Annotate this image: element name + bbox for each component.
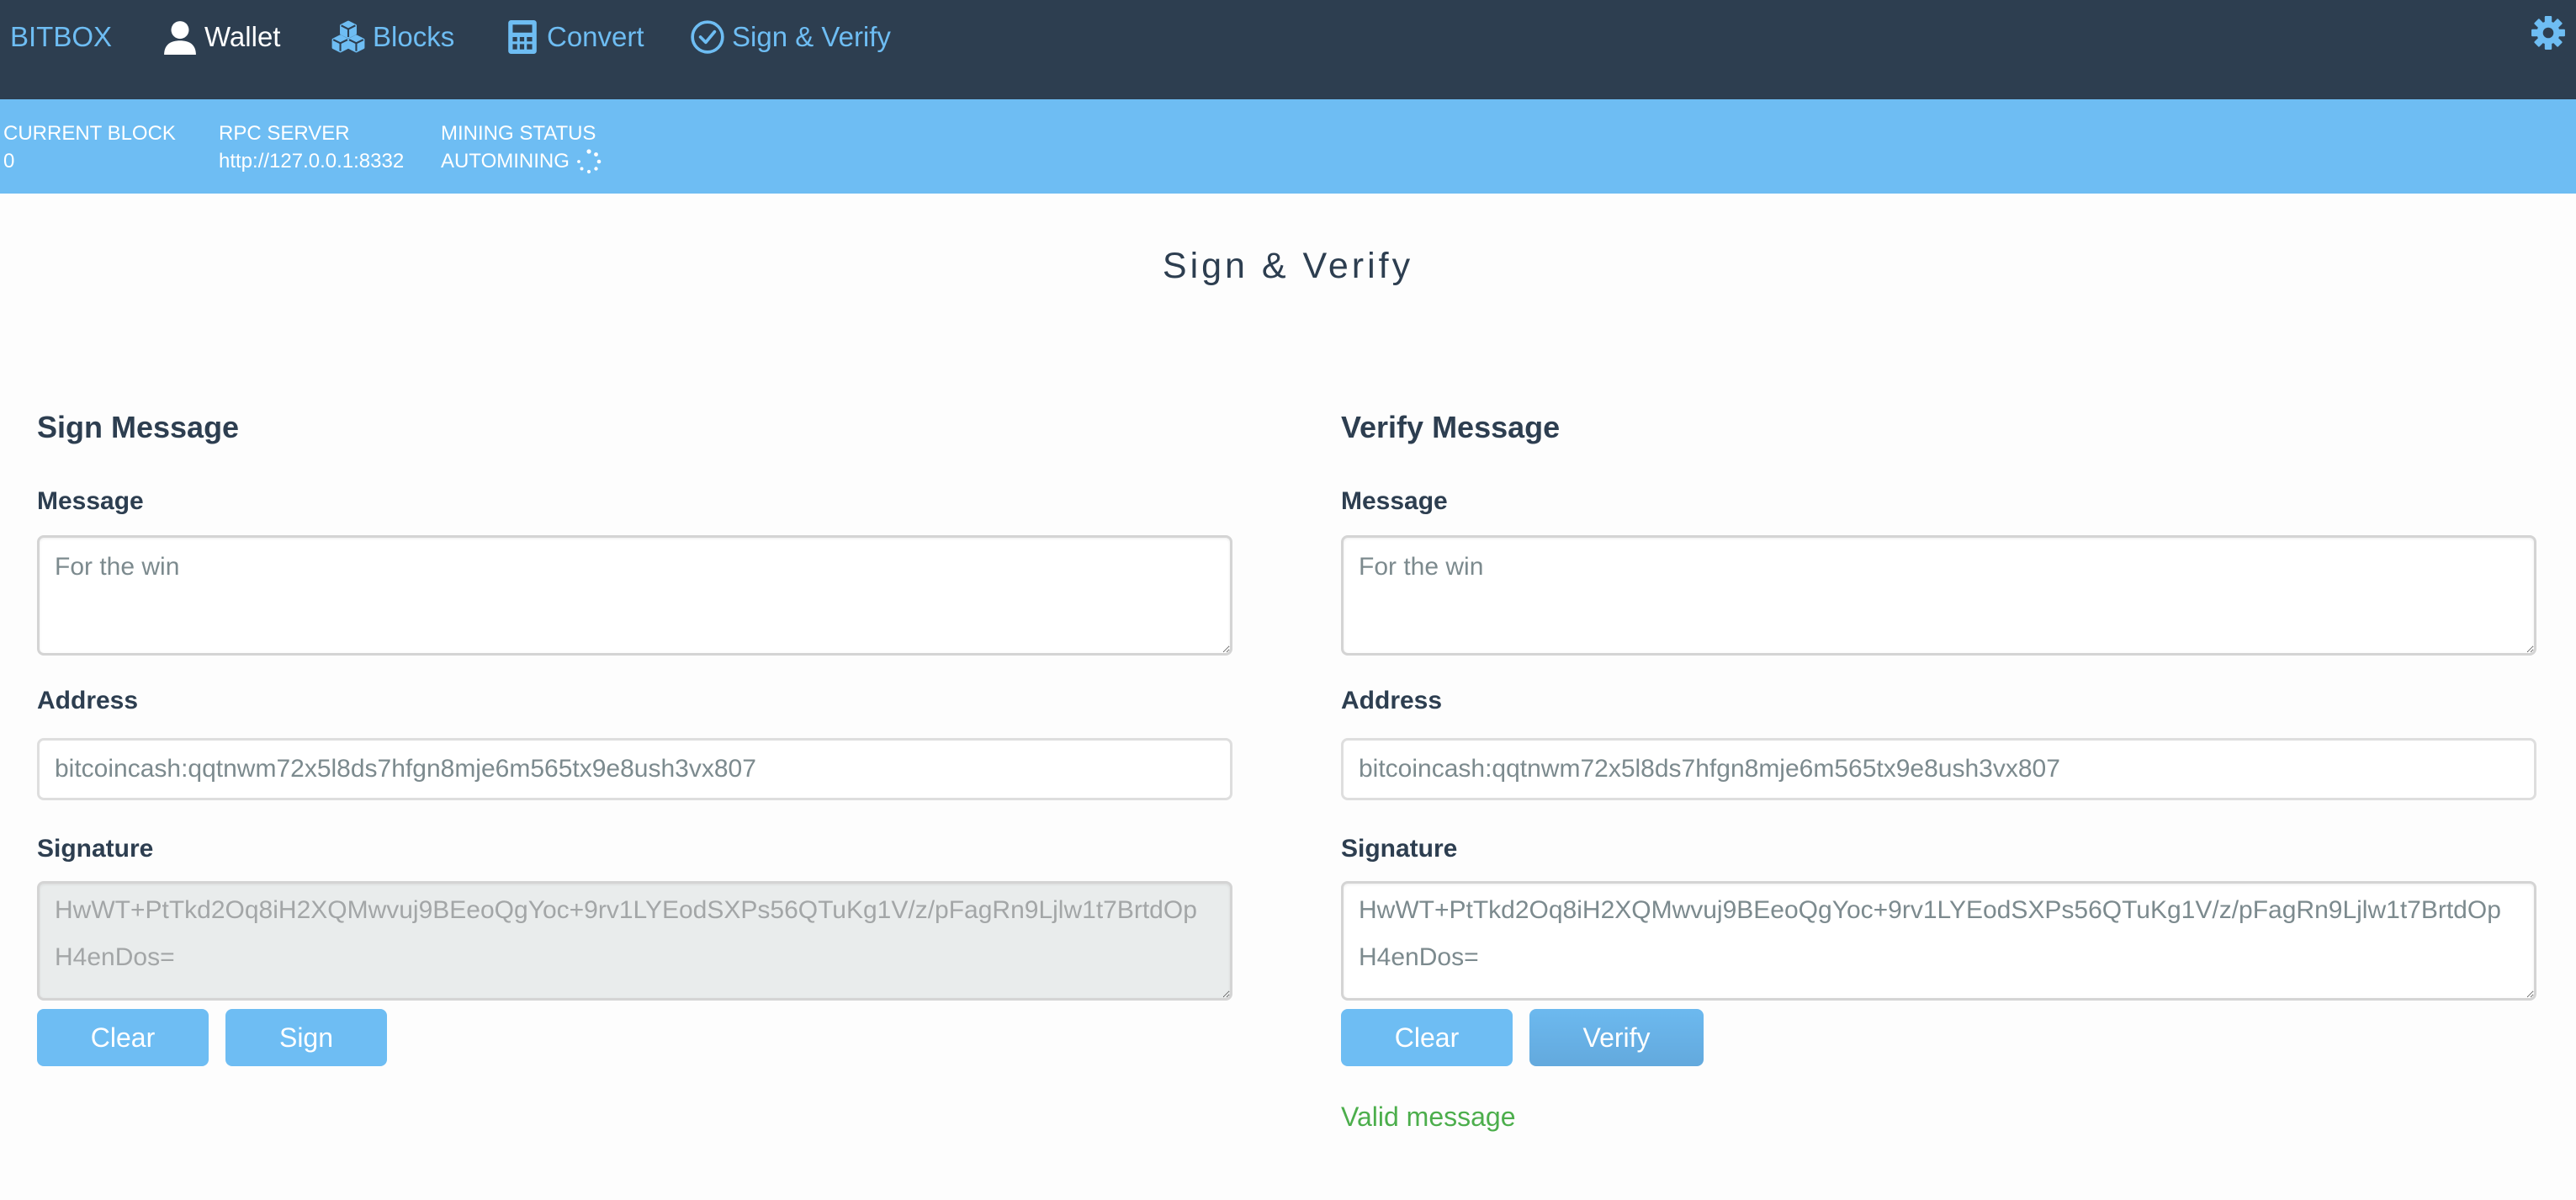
sign-clear-button[interactable]: Clear	[37, 1009, 209, 1066]
verify-address-label: Address	[1341, 687, 1443, 714]
status-bar: CURRENT BLOCK 0 RPC SERVER http://127.0.…	[0, 99, 2576, 194]
calculator-icon	[505, 19, 540, 55]
current-block-value: 0	[3, 150, 15, 173]
sign-message-heading: Sign Message	[37, 410, 240, 444]
nav-item-label: Convert	[547, 21, 644, 52]
nav-item-wallet[interactable]: Wallet	[162, 17, 280, 57]
verify-result-message: Valid message	[1341, 1102, 1516, 1132]
sign-address-input[interactable]	[37, 738, 1232, 800]
brand-link[interactable]: BITBOX	[10, 17, 112, 57]
spinner-icon	[576, 148, 602, 174]
verify-message-panel: Verify Message Message For the win Addre…	[1341, 404, 2536, 1133]
mining-status-stat: MINING STATUS AUTOMINING	[441, 119, 602, 175]
rpc-server-label: RPC SERVER	[219, 122, 350, 145]
sign-address-label: Address	[37, 687, 139, 714]
nav-item-label: Blocks	[373, 21, 455, 52]
mining-status-label: MINING STATUS	[441, 122, 596, 145]
user-icon	[162, 19, 198, 55]
gear-icon[interactable]	[2531, 15, 2566, 50]
verify-address-input[interactable]	[1341, 738, 2536, 800]
verify-message-input[interactable]: For the win	[1341, 535, 2536, 656]
verify-message-heading: Verify Message	[1341, 410, 1561, 444]
verify-button-row: Clear Verify	[1341, 1009, 2536, 1066]
verify-message-label: Message	[1341, 487, 1448, 515]
rpc-server-value: http://127.0.0.1:8332	[219, 150, 405, 173]
current-block-label: CURRENT BLOCK	[3, 122, 176, 145]
verify-signature-input[interactable]: HwWT+PtTkd2Oq8iH2XQMwvuj9BEeoQgYoc+9rv1L…	[1341, 881, 2536, 1001]
nav-item-blocks[interactable]: Blocks	[331, 17, 454, 57]
page-title: Sign & Verify	[1162, 246, 1414, 286]
cubes-icon	[331, 19, 366, 55]
check-circle-icon	[690, 19, 725, 55]
sign-message-input[interactable]: For the win	[37, 535, 1232, 656]
nav-item-label: Wallet	[204, 21, 281, 52]
verify-button[interactable]: Verify	[1529, 1009, 1704, 1066]
sign-button[interactable]: Sign	[225, 1009, 387, 1066]
sign-signature-label: Signature	[37, 835, 154, 863]
sign-button-row: Clear Sign	[37, 1009, 1232, 1066]
current-block-stat: CURRENT BLOCK 0	[3, 119, 176, 175]
nav-item-sign-verify[interactable]: Sign & Verify	[690, 17, 891, 57]
mining-status-value: AUTOMINING	[441, 150, 570, 173]
mining-status-row: AUTOMINING	[441, 147, 602, 175]
nav-item-label: Sign & Verify	[732, 21, 891, 52]
nav-item-convert[interactable]: Convert	[505, 17, 644, 57]
top-navbar: BITBOX Wallet Blocks Convert Sign & Veri…	[0, 0, 2576, 99]
verify-signature-label: Signature	[1341, 835, 1458, 863]
sign-signature-output: HwWT+PtTkd2Oq8iH2XQMwvuj9BEeoQgYoc+9rv1L…	[37, 881, 1232, 1001]
rpc-server-stat: RPC SERVER http://127.0.0.1:8332	[219, 119, 404, 175]
sign-message-panel: Sign Message Message For the win Address…	[37, 404, 1232, 1066]
sign-message-label: Message	[37, 487, 144, 515]
verify-clear-button[interactable]: Clear	[1341, 1009, 1513, 1066]
